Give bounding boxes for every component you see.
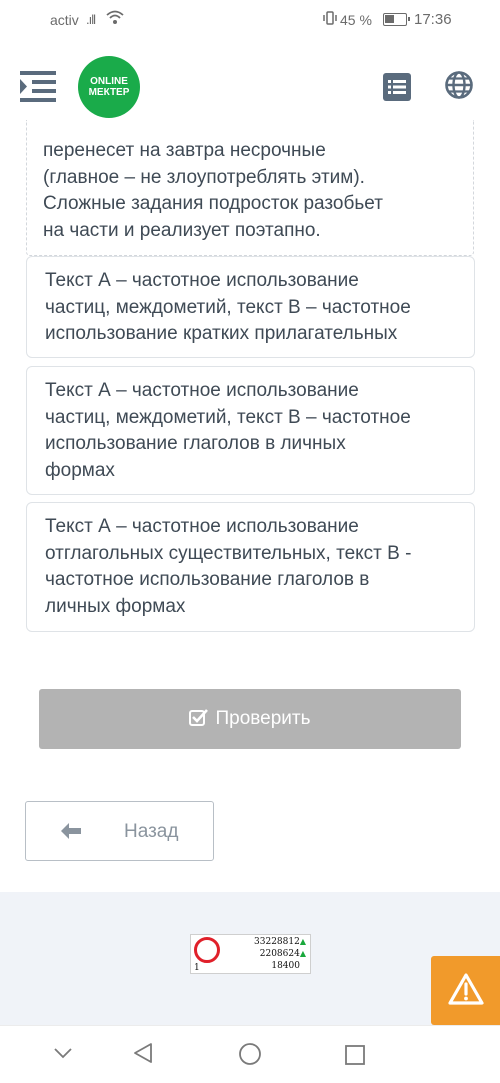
status-bar: activ .ıll 45 % 17:36 (0, 0, 500, 40)
answer-line: Текст А – частотное использование (45, 270, 359, 291)
logo-line-2: МЕКТЕР (88, 87, 130, 98)
answer-line: частиц, междометий, текст В – частотное (45, 406, 411, 428)
answer-option-3[interactable]: Текст А – частотное использование отглаг… (26, 502, 475, 632)
answer-line: отглагольных существительных, текст В - (45, 542, 412, 564)
answer-option-1[interactable]: Текст А – частотное использование частиц… (26, 256, 475, 358)
back-triangle-icon[interactable] (133, 1042, 153, 1064)
report-problem-button[interactable] (431, 956, 500, 1025)
vibrate-icon (322, 11, 338, 28)
page-footer: 1 33228812▲ 2208624▲ 18400 (0, 892, 500, 1025)
online-mektep-logo[interactable]: ONLINE МЕКТЕР (78, 56, 140, 118)
question-text-box: перенесет на завтра несрочные (главное –… (26, 120, 474, 256)
back-button[interactable]: Назад (25, 801, 214, 861)
battery-icon (383, 13, 410, 26)
collapse-icon[interactable] (53, 1047, 73, 1059)
answer-line: Текст А – частотное использование (45, 380, 359, 401)
signal-icon: .ıll (86, 12, 96, 27)
counter-value: 18400 (271, 961, 300, 971)
home-circle-icon[interactable] (238, 1042, 262, 1066)
battery-percent: 45 % (340, 12, 372, 28)
answer-option-2[interactable]: Текст А – частотное использование частиц… (26, 366, 475, 495)
visit-counter[interactable]: 1 33228812▲ 2208624▲ 18400 (190, 934, 311, 974)
answer-line: формах (45, 459, 115, 481)
carrier-name: activ (50, 12, 79, 28)
clock: 17:36 (414, 11, 452, 28)
counter-logo-icon (194, 937, 220, 963)
logo-line-1: ONLINE (90, 76, 128, 87)
up-arrow-icon: ▲ (299, 949, 306, 958)
menu-icon[interactable] (20, 68, 56, 104)
back-button-label: Назад (124, 821, 179, 842)
wifi-icon (106, 9, 124, 30)
globe-icon[interactable] (444, 70, 474, 100)
answer-line: личных формах (45, 595, 186, 617)
answer-line: Текст А – частотное использование (45, 516, 359, 537)
answer-line: частиц, междометий, текст В – частотное (45, 296, 411, 318)
question-text: перенесет на завтра несрочные (главное –… (43, 138, 473, 244)
recents-square-icon[interactable] (344, 1044, 366, 1066)
question-line: (главное – не злоупотреблять этим). (43, 166, 365, 188)
check-button-label: Проверить (215, 708, 311, 729)
up-arrow-icon: ▲ (299, 937, 306, 946)
check-button[interactable]: Проверить (39, 689, 461, 749)
warning-icon (448, 973, 484, 1005)
question-line: на части и реализует поэтапно. (43, 219, 321, 241)
counter-row: 18400 (271, 961, 300, 971)
arrow-left-icon (60, 822, 82, 840)
counter-row: 33228812▲ (254, 937, 306, 947)
answer-line: частотное использование глаголов в (45, 569, 370, 590)
answer-line: использование кратких прилагательных (45, 323, 398, 344)
counter-row: 2208624▲ (260, 949, 306, 959)
question-line: перенесет на завтра несрочные (43, 140, 326, 161)
counter-value: 2208624 (259, 949, 300, 959)
answer-line: использование глаголов в личных (45, 433, 346, 454)
counter-value: 33228812 (254, 937, 300, 947)
counter-small-value: 1 (194, 963, 200, 973)
checkbox-check-icon (189, 691, 209, 726)
question-line: Сложные задания подросток разобьет (43, 193, 383, 214)
system-navigation-bar (0, 1025, 500, 1083)
list-icon[interactable] (382, 72, 412, 102)
